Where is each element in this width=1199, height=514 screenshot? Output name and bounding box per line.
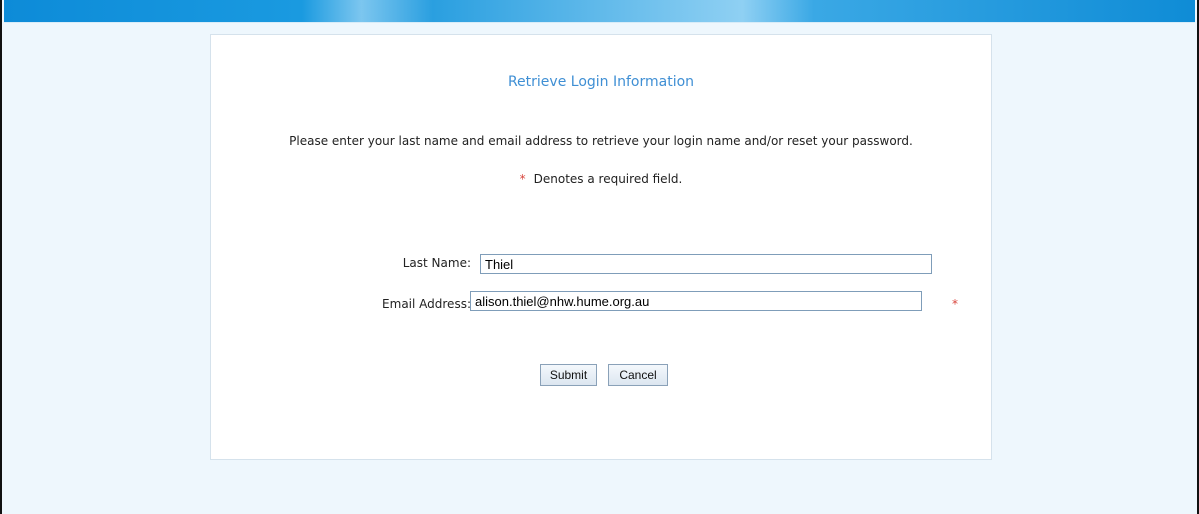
email-address-input[interactable]	[470, 291, 922, 311]
required-asterisk: *	[519, 172, 526, 186]
submit-button[interactable]: Submit	[540, 364, 597, 386]
header-bar	[4, 0, 1195, 23]
email-required-asterisk: *	[952, 297, 958, 311]
last-name-input[interactable]	[480, 254, 932, 274]
retrieve-login-panel: Retrieve Login Information Please enter …	[210, 34, 992, 460]
required-field-note: * Denotes a required field.	[211, 172, 991, 186]
last-name-label: Last Name:	[402, 256, 471, 270]
required-note-text: Denotes a required field.	[533, 172, 683, 186]
browser-frame: Retrieve Login Information Please enter …	[0, 0, 1199, 514]
email-address-label: Email Address:	[382, 297, 471, 311]
instructions-text: Please enter your last name and email ad…	[289, 134, 913, 148]
cancel-button[interactable]: Cancel	[608, 364, 668, 386]
page-title: Retrieve Login Information	[507, 74, 695, 90]
